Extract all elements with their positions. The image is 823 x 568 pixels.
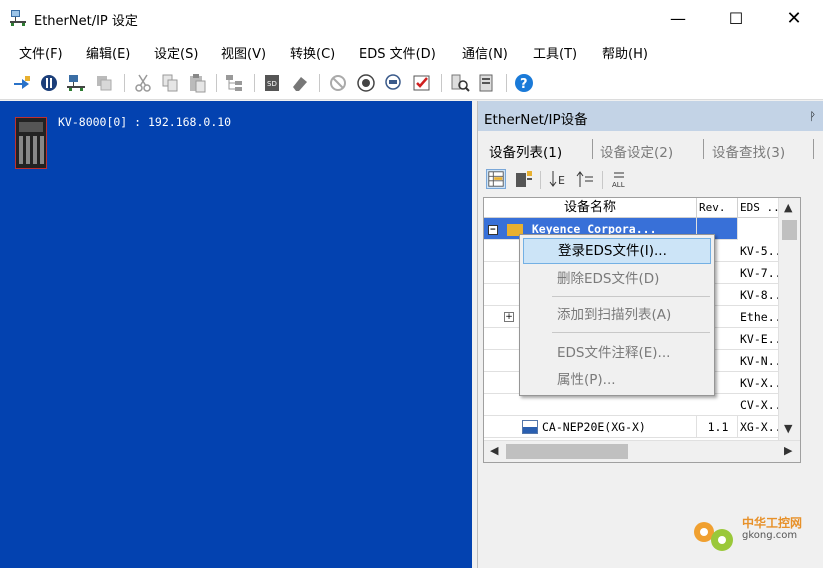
toolbar: SD ? bbox=[0, 66, 823, 100]
menu-item-add-to-scanlist[interactable]: 添加到扫描列表(A) bbox=[523, 302, 711, 328]
row-eds: KV-8... bbox=[738, 284, 780, 306]
gear-icon bbox=[694, 522, 733, 551]
help-icon[interactable]: ? bbox=[514, 73, 534, 93]
sort-all-icon[interactable]: ALL bbox=[610, 169, 630, 189]
monitor-icon[interactable] bbox=[39, 73, 59, 93]
network-canvas[interactable]: KV-8000[0] : 192.168.0.10 bbox=[0, 101, 472, 568]
tree-icon[interactable] bbox=[224, 73, 244, 93]
collapse-icon[interactable]: − bbox=[488, 224, 498, 235]
menu-tools[interactable]: 工具(T) bbox=[533, 43, 577, 62]
sort-asc-icon[interactable] bbox=[575, 169, 595, 189]
sort-desc-icon[interactable]: E bbox=[548, 169, 568, 189]
svg-text:E: E bbox=[558, 174, 565, 187]
paste-icon[interactable] bbox=[187, 73, 207, 93]
close-button[interactable]: ✕ bbox=[765, 0, 823, 38]
sd-card-icon[interactable]: SD bbox=[262, 73, 282, 93]
tab-device-search[interactable]: 设备查找(3) bbox=[712, 141, 785, 161]
horizontal-scroll-thumb[interactable] bbox=[506, 444, 628, 459]
disconnect-icon[interactable] bbox=[328, 73, 348, 93]
watermark-line2: gkong.com bbox=[742, 530, 798, 541]
table-row[interactable]: CV-X... bbox=[484, 394, 780, 416]
menu-eds-file[interactable]: EDS 文件(D) bbox=[359, 43, 436, 62]
scroll-right-icon[interactable]: ▶ bbox=[784, 444, 792, 457]
scroll-down-icon[interactable]: ▼ bbox=[784, 422, 792, 435]
vertical-scrollbar[interactable]: ▲ ▼ bbox=[778, 198, 800, 440]
panel-title: EtherNet/IP设备 bbox=[484, 112, 588, 128]
svg-text:SD: SD bbox=[267, 80, 277, 88]
menu-item-delete-eds[interactable]: 删除EDS文件(D) bbox=[523, 266, 711, 292]
panel-tabs: 设备列表(1) 设备设定(2) 设备查找(3) bbox=[478, 135, 823, 161]
panel-toolbar: E ALL bbox=[478, 165, 823, 193]
row-rev: 1.1 bbox=[697, 416, 738, 438]
network-icon[interactable] bbox=[66, 73, 86, 93]
tab-device-settings[interactable]: 设备设定(2) bbox=[600, 141, 673, 161]
window-title: EtherNet/IP 设定 bbox=[34, 14, 138, 29]
eds-file-icon bbox=[522, 420, 538, 434]
tab-device-list[interactable]: 设备列表(1) bbox=[489, 141, 562, 161]
row-eds: KV-E... bbox=[738, 328, 780, 350]
svg-text:?: ? bbox=[520, 77, 528, 92]
col-header-rev[interactable]: Rev. bbox=[697, 198, 738, 218]
scroll-up-icon[interactable]: ▲ bbox=[784, 201, 792, 214]
title-bar: EtherNet/IP 设定 — ☐ ✕ bbox=[0, 0, 823, 38]
row-eds: CV-X... bbox=[738, 394, 780, 416]
cut-icon[interactable] bbox=[133, 73, 153, 93]
menu-bar: 文件(F) 编辑(E) 设定(S) 视图(V) 转换(C) EDS 文件(D) … bbox=[0, 38, 823, 66]
vendor-view-icon[interactable] bbox=[514, 169, 534, 189]
menu-item-properties[interactable]: 属性(P)... bbox=[523, 367, 711, 393]
row-name: CA-NEP20E(XG-X) bbox=[542, 420, 646, 434]
row-eds: XG-X... bbox=[738, 416, 780, 438]
menu-file[interactable]: 文件(F) bbox=[19, 43, 63, 62]
maximize-button[interactable]: ☐ bbox=[707, 0, 765, 38]
panel-header: EtherNet/IP设备 ᚹ bbox=[478, 101, 823, 131]
app-window: EtherNet/IP 设定 — ☐ ✕ 文件(F) 编辑(E) 设定(S) 视… bbox=[0, 0, 823, 568]
col-header-eds[interactable]: EDS ... bbox=[738, 198, 780, 218]
find-icon[interactable] bbox=[450, 73, 470, 93]
menu-help[interactable]: 帮助(H) bbox=[602, 43, 648, 62]
import-icon[interactable] bbox=[12, 73, 32, 93]
row-eds: KV-7... bbox=[738, 262, 780, 284]
plc-label: KV-8000[0] : 192.168.0.10 bbox=[58, 115, 232, 129]
pin-icon[interactable]: ᚹ bbox=[809, 110, 816, 123]
row-eds: KV-N... bbox=[738, 350, 780, 372]
row-eds bbox=[738, 218, 780, 240]
menu-convert[interactable]: 转换(C) bbox=[290, 43, 335, 62]
table-row[interactable]: CA-NEP20E(XG-X) 1.1 XG-X... bbox=[484, 416, 780, 438]
row-eds: KV-5... bbox=[738, 240, 780, 262]
col-header-device-name[interactable]: 设备名称 bbox=[484, 198, 697, 218]
grid-view-icon[interactable] bbox=[486, 169, 506, 189]
menu-communication[interactable]: 通信(N) bbox=[462, 43, 508, 62]
expand-icon[interactable]: + bbox=[504, 312, 514, 322]
scroll-left-icon[interactable]: ◀ bbox=[490, 444, 498, 457]
network-app-icon bbox=[10, 10, 26, 26]
properties-icon[interactable] bbox=[477, 73, 497, 93]
menu-edit[interactable]: 编辑(E) bbox=[86, 43, 130, 62]
row-eds: Ethe... bbox=[738, 306, 780, 328]
check-icon[interactable] bbox=[412, 73, 432, 93]
minimize-button[interactable]: — bbox=[649, 0, 707, 38]
menu-item-eds-comment[interactable]: EDS文件注释(E)... bbox=[523, 340, 711, 366]
copy-icon[interactable] bbox=[160, 73, 180, 93]
watermark-line1: 中华工控网 bbox=[742, 516, 803, 530]
menu-view[interactable]: 视图(V) bbox=[221, 43, 266, 62]
search-device-icon[interactable] bbox=[384, 73, 404, 93]
copy-device-icon[interactable] bbox=[94, 73, 114, 93]
horizontal-scrollbar[interactable]: ◀ ▶ bbox=[484, 440, 800, 462]
context-menu: 登录EDS文件(I)... 删除EDS文件(D) 添加到扫描列表(A) EDS文… bbox=[519, 234, 715, 396]
svg-text:ALL: ALL bbox=[612, 181, 625, 189]
menu-settings[interactable]: 设定(S) bbox=[154, 43, 198, 62]
watermark: 中华工控网 gkong.com bbox=[688, 512, 818, 556]
menu-item-register-eds[interactable]: 登录EDS文件(I)... bbox=[523, 238, 711, 264]
eraser-icon[interactable] bbox=[290, 73, 310, 93]
online-icon[interactable] bbox=[356, 73, 376, 93]
vertical-scroll-thumb[interactable] bbox=[782, 220, 797, 240]
plc-device-icon[interactable] bbox=[15, 117, 47, 169]
row-eds: KV-X... bbox=[738, 372, 780, 394]
